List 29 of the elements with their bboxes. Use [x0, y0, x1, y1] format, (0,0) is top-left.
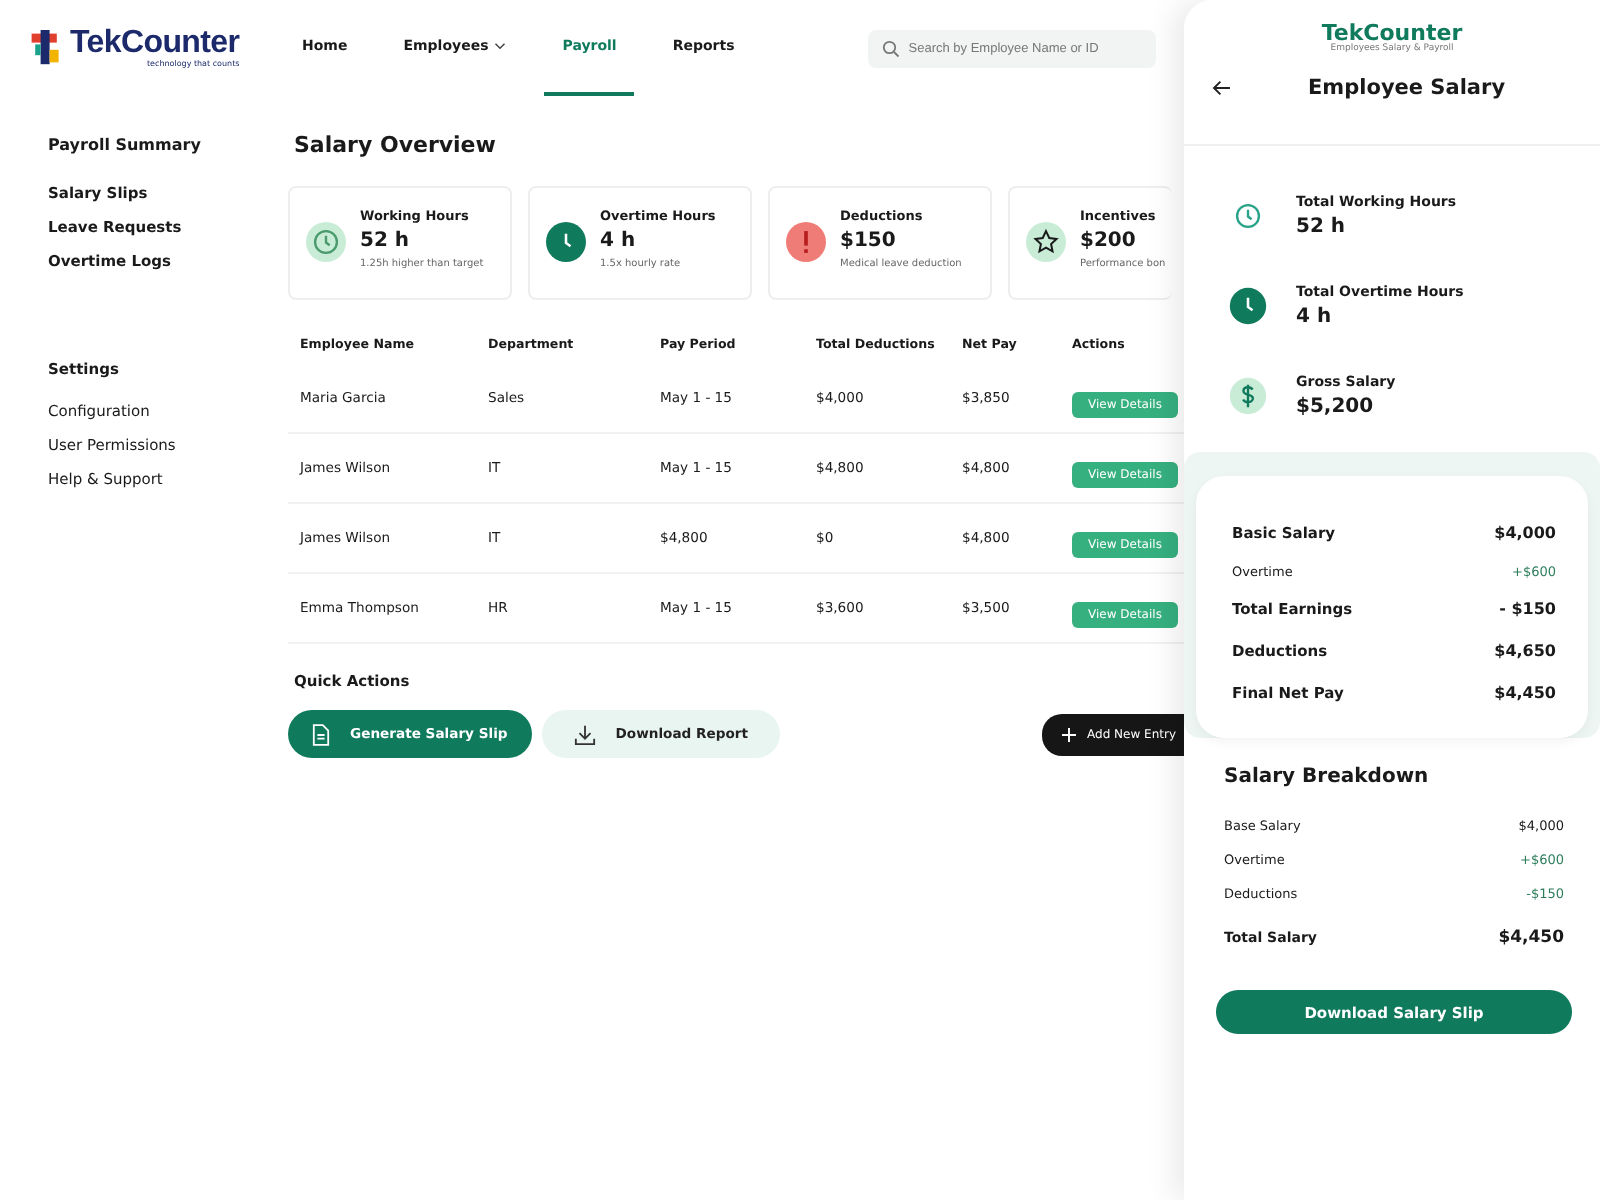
- logo-icon: [28, 28, 64, 68]
- document-icon: [312, 723, 330, 745]
- stat-value: 4 h: [1296, 305, 1334, 328]
- row-amount: $4,450: [1498, 928, 1564, 949]
- stat-value: 4 h: [600, 229, 638, 254]
- clock-icon: [1228, 285, 1268, 326]
- row-amount: $4,450: [1494, 684, 1556, 703]
- clock-icon: [546, 222, 586, 262]
- row-amount: $4,650: [1494, 642, 1556, 661]
- plus-icon: [1061, 727, 1076, 741]
- stat-value: 52 h: [1296, 215, 1348, 238]
- back-arrow-icon[interactable]: [1212, 80, 1232, 97]
- stat-value: $200: [1080, 229, 1138, 254]
- sidebar-heading[interactable]: Payroll Summary: [48, 136, 246, 154]
- download-icon: [573, 723, 596, 745]
- brand-name: TekCounter: [70, 28, 240, 60]
- search-icon: [882, 39, 901, 57]
- section-title: Salary Breakdown: [1224, 766, 1431, 789]
- alert-icon: [786, 222, 826, 262]
- panel-title: Employee Salary: [1308, 76, 1506, 101]
- stat-value: $5,200: [1296, 395, 1376, 418]
- section-title: Salary Overview: [294, 132, 498, 158]
- dollar-icon: [1228, 375, 1268, 416]
- row-amount: - $150: [1499, 600, 1556, 619]
- panel-brand: TekCounter: [1321, 22, 1463, 46]
- stat-value: 52 h: [360, 229, 412, 254]
- row-amount: $4,000: [1494, 524, 1556, 543]
- stat-value: $150: [840, 229, 898, 254]
- clock-icon: [306, 222, 346, 262]
